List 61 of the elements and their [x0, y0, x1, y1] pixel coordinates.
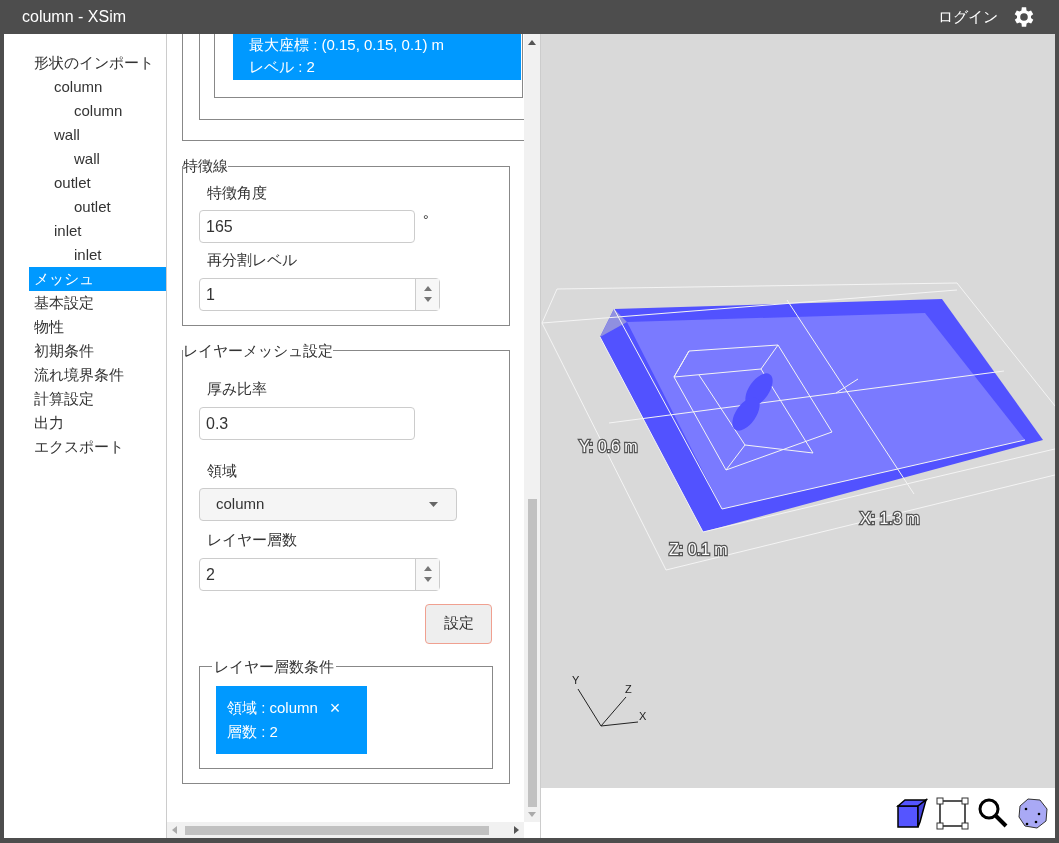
angle-input[interactable]: 165: [199, 210, 415, 243]
sidebar-item[interactable]: 計算設定: [29, 387, 166, 411]
field-label: 領域: [206, 460, 238, 481]
group-legend: 特徴線: [183, 155, 228, 178]
sidebar-item[interactable]: エクスポート: [29, 435, 166, 459]
dimension-label: Z: 0.1 m: [669, 541, 728, 558]
vertical-scrollbar[interactable]: [524, 34, 540, 822]
tag-text: 領域 : column: [227, 698, 318, 718]
tag-text: 層数 : 2: [227, 722, 279, 742]
spin-up-icon[interactable]: [423, 286, 432, 291]
unit-label: °: [423, 211, 429, 230]
axis-label: Y: [572, 674, 580, 686]
sidebar-item[interactable]: 物性: [29, 315, 166, 339]
dimension-label: X: 1.3 m: [860, 510, 920, 527]
dimension-label: Y: 0.6 m: [579, 438, 638, 455]
level-input[interactable]: 1: [199, 277, 440, 311]
scroll-thumb[interactable]: [185, 825, 489, 835]
field-value: 2: [205, 564, 216, 585]
sidebar-item[interactable]: outlet: [29, 171, 166, 195]
sidebar-item[interactable]: column: [29, 99, 166, 123]
sidebar-item[interactable]: wall: [29, 147, 166, 171]
axis-label: X: [639, 710, 647, 722]
layer-count-input[interactable]: 2: [199, 557, 440, 591]
horizontal-scrollbar[interactable]: [167, 822, 524, 838]
sidebar-item[interactable]: column: [29, 75, 166, 99]
spin-down-icon[interactable]: [423, 297, 432, 302]
search-icon[interactable]: [977, 797, 1009, 829]
sidebar-item[interactable]: 基本設定: [29, 291, 166, 315]
sidebar-item[interactable]: wall: [29, 123, 166, 147]
viewport-3d[interactable]: Y: 0.6 m X: 1.3 m Z: 0.1 m Y Z X: [541, 34, 1055, 788]
sidebar-item[interactable]: 出力: [29, 411, 166, 435]
field-value: 1: [205, 284, 216, 305]
sidebar-item[interactable]: inlet: [29, 219, 166, 243]
window-title: column - XSim: [22, 7, 128, 27]
tag-text: レベル : 2: [249, 57, 316, 77]
field-label: レイヤー層数: [206, 530, 298, 550]
sidebar-item[interactable]: 形状のインポート: [29, 51, 166, 75]
tag-text: 最大座標 : (0.15, 0.15, 0.1) m: [249, 35, 446, 55]
cube-icon[interactable]: [896, 798, 928, 828]
spin-down-icon[interactable]: [423, 577, 432, 582]
set-button[interactable]: 設定: [425, 603, 492, 644]
field-label: 厚み比率: [206, 379, 268, 399]
sidebar-item[interactable]: 初期条件: [29, 339, 166, 363]
spin-up-icon[interactable]: [423, 566, 432, 571]
sidebar-item[interactable]: inlet: [29, 243, 166, 267]
group-legend: レイヤー層数条件: [212, 655, 336, 678]
sidebar-item[interactable]: 流れ境界条件: [29, 363, 166, 387]
scroll-thumb[interactable]: [527, 499, 537, 807]
field-label: 特徴角度: [206, 182, 268, 203]
scroll-right-icon[interactable]: [514, 826, 519, 834]
polyhedron-icon[interactable]: [1017, 797, 1049, 829]
ratio-input[interactable]: 0.3: [199, 406, 415, 440]
sidebar-item[interactable]: outlet: [29, 195, 166, 219]
group-legend: レイヤーメッシュ設定: [183, 339, 333, 362]
region-select[interactable]: column: [199, 488, 457, 521]
selection-box-icon[interactable]: [936, 796, 969, 830]
scroll-up-icon[interactable]: [528, 40, 536, 45]
axis-label: Z: [625, 683, 632, 695]
field-label: 再分割レベル: [206, 250, 298, 270]
login-link[interactable]: ログイン: [938, 5, 998, 29]
caret-icon: [429, 502, 438, 507]
